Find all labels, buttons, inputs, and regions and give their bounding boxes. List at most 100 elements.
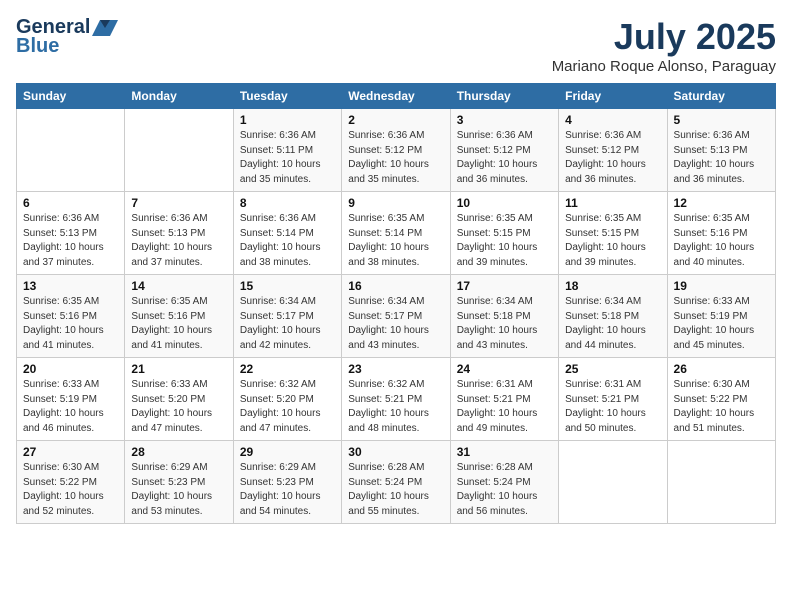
table-row: 19 Sunrise: 6:33 AM Sunset: 5:19 PM Dayli…: [667, 275, 775, 358]
day-number: 10: [457, 196, 552, 210]
day-detail: Sunrise: 6:36 AM Sunset: 5:12 PM Dayligh…: [565, 129, 660, 187]
day-detail: Sunrise: 6:29 AM Sunset: 5:23 PM Dayligh…: [131, 461, 226, 519]
day-number: 11: [565, 196, 660, 210]
day-detail: Sunrise: 6:32 AM Sunset: 5:20 PM Dayligh…: [240, 378, 335, 436]
day-detail: Sunrise: 6:35 AM Sunset: 5:16 PM Dayligh…: [23, 295, 118, 353]
table-row: 17 Sunrise: 6:34 AM Sunset: 5:18 PM Dayli…: [450, 275, 558, 358]
table-row: [125, 109, 233, 192]
table-row: 6 Sunrise: 6:36 AM Sunset: 5:13 PM Daylig…: [17, 192, 125, 275]
table-row: 24 Sunrise: 6:31 AM Sunset: 5:21 PM Dayli…: [450, 358, 558, 441]
calendar-week-row: 13 Sunrise: 6:35 AM Sunset: 5:16 PM Dayli…: [17, 275, 776, 358]
day-detail: Sunrise: 6:36 AM Sunset: 5:11 PM Dayligh…: [240, 129, 335, 187]
table-row: 13 Sunrise: 6:35 AM Sunset: 5:16 PM Dayli…: [17, 275, 125, 358]
day-number: 2: [348, 113, 443, 127]
day-detail: Sunrise: 6:35 AM Sunset: 5:16 PM Dayligh…: [131, 295, 226, 353]
day-detail: Sunrise: 6:35 AM Sunset: 5:16 PM Dayligh…: [674, 212, 769, 270]
day-number: 21: [131, 362, 226, 376]
title-block: July 2025 Mariano Roque Alonso, Paraguay: [552, 16, 776, 75]
col-thursday: Thursday: [450, 84, 558, 109]
calendar-week-row: 6 Sunrise: 6:36 AM Sunset: 5:13 PM Daylig…: [17, 192, 776, 275]
calendar-table: Sunday Monday Tuesday Wednesday Thursday…: [16, 83, 776, 524]
col-saturday: Saturday: [667, 84, 775, 109]
day-number: 13: [23, 279, 118, 293]
day-detail: Sunrise: 6:32 AM Sunset: 5:21 PM Dayligh…: [348, 378, 443, 436]
day-detail: Sunrise: 6:33 AM Sunset: 5:19 PM Dayligh…: [674, 295, 769, 353]
day-number: 8: [240, 196, 335, 210]
col-sunday: Sunday: [17, 84, 125, 109]
table-row: 16Sunrise: 6:34 AM Sunset: 5:17 PM Dayli…: [342, 275, 450, 358]
table-row: 12Sunrise: 6:35 AM Sunset: 5:16 PM Dayli…: [667, 192, 775, 275]
day-detail: Sunrise: 6:31 AM Sunset: 5:21 PM Dayligh…: [457, 378, 552, 436]
day-detail: Sunrise: 6:36 AM Sunset: 5:13 PM Dayligh…: [674, 129, 769, 187]
day-detail: Sunrise: 6:28 AM Sunset: 5:24 PM Dayligh…: [457, 461, 552, 519]
day-detail: Sunrise: 6:34 AM Sunset: 5:17 PM Dayligh…: [240, 295, 335, 353]
day-number: 4: [565, 113, 660, 127]
day-number: 28: [131, 445, 226, 459]
table-row: 7Sunrise: 6:36 AM Sunset: 5:13 PM Daylig…: [125, 192, 233, 275]
calendar-header-row: Sunday Monday Tuesday Wednesday Thursday…: [17, 84, 776, 109]
day-number: 20: [23, 362, 118, 376]
day-number: 22: [240, 362, 335, 376]
day-number: 19: [674, 279, 769, 293]
day-detail: Sunrise: 6:34 AM Sunset: 5:18 PM Dayligh…: [457, 295, 552, 353]
day-detail: Sunrise: 6:36 AM Sunset: 5:13 PM Dayligh…: [131, 212, 226, 270]
table-row: 18Sunrise: 6:34 AM Sunset: 5:18 PM Dayli…: [559, 275, 667, 358]
day-number: 26: [674, 362, 769, 376]
table-row: 31Sunrise: 6:28 AM Sunset: 5:24 PM Dayli…: [450, 441, 558, 524]
day-detail: Sunrise: 6:31 AM Sunset: 5:21 PM Dayligh…: [565, 378, 660, 436]
col-tuesday: Tuesday: [233, 84, 341, 109]
day-detail: Sunrise: 6:36 AM Sunset: 5:14 PM Dayligh…: [240, 212, 335, 270]
day-detail: Sunrise: 6:33 AM Sunset: 5:19 PM Dayligh…: [23, 378, 118, 436]
logo: General Blue: [16, 16, 118, 58]
table-row: [17, 109, 125, 192]
day-detail: Sunrise: 6:33 AM Sunset: 5:20 PM Dayligh…: [131, 378, 226, 436]
day-detail: Sunrise: 6:28 AM Sunset: 5:24 PM Dayligh…: [348, 461, 443, 519]
day-number: 24: [457, 362, 552, 376]
table-row: 10 Sunrise: 6:35 AM Sunset: 5:15 PM Dayli…: [450, 192, 558, 275]
table-row: 27Sunrise: 6:30 AM Sunset: 5:22 PM Dayli…: [17, 441, 125, 524]
col-monday: Monday: [125, 84, 233, 109]
logo-blue: Blue: [16, 35, 59, 58]
table-row: [559, 441, 667, 524]
day-detail: Sunrise: 6:30 AM Sunset: 5:22 PM Dayligh…: [23, 461, 118, 519]
page-header: General Blue July 2025 Mariano Roque Alo…: [16, 16, 776, 75]
table-row: 21 Sunrise: 6:33 AM Sunset: 5:20 PM Dayli…: [125, 358, 233, 441]
day-number: 29: [240, 445, 335, 459]
day-detail: Sunrise: 6:30 AM Sunset: 5:22 PM Dayligh…: [674, 378, 769, 436]
col-friday: Friday: [559, 84, 667, 109]
day-number: 15: [240, 279, 335, 293]
location-title: Mariano Roque Alonso, Paraguay: [552, 58, 776, 75]
day-number: 6: [23, 196, 118, 210]
day-number: 16: [348, 279, 443, 293]
day-number: 5: [674, 113, 769, 127]
table-row: 9 Sunrise: 6:35 AM Sunset: 5:14 PM Daylig…: [342, 192, 450, 275]
month-title: July 2025: [552, 16, 776, 58]
table-row: 1 Sunrise: 6:36 AM Sunset: 5:11 PM Daylig…: [233, 109, 341, 192]
table-row: 11Sunrise: 6:35 AM Sunset: 5:15 PM Dayli…: [559, 192, 667, 275]
day-number: 3: [457, 113, 552, 127]
table-row: 26 Sunrise: 6:30 AM Sunset: 5:22 PM Dayli…: [667, 358, 775, 441]
day-detail: Sunrise: 6:36 AM Sunset: 5:13 PM Dayligh…: [23, 212, 118, 270]
table-row: 2Sunrise: 6:36 AM Sunset: 5:12 PM Daylig…: [342, 109, 450, 192]
day-detail: Sunrise: 6:34 AM Sunset: 5:18 PM Dayligh…: [565, 295, 660, 353]
day-number: 9: [348, 196, 443, 210]
table-row: 29 Sunrise: 6:29 AM Sunset: 5:23 PM Dayli…: [233, 441, 341, 524]
day-number: 1: [240, 113, 335, 127]
day-number: 14: [131, 279, 226, 293]
day-number: 17: [457, 279, 552, 293]
table-row: 3 Sunrise: 6:36 AM Sunset: 5:12 PM Daylig…: [450, 109, 558, 192]
table-row: 28 Sunrise: 6:29 AM Sunset: 5:23 PM Dayli…: [125, 441, 233, 524]
table-row: 4 Sunrise: 6:36 AM Sunset: 5:12 PM Daylig…: [559, 109, 667, 192]
table-row: 30Sunrise: 6:28 AM Sunset: 5:24 PM Dayli…: [342, 441, 450, 524]
day-detail: Sunrise: 6:35 AM Sunset: 5:15 PM Dayligh…: [457, 212, 552, 270]
day-detail: Sunrise: 6:29 AM Sunset: 5:23 PM Dayligh…: [240, 461, 335, 519]
calendar-week-row: 20 Sunrise: 6:33 AM Sunset: 5:19 PM Dayli…: [17, 358, 776, 441]
table-row: [667, 441, 775, 524]
table-row: 22 Sunrise: 6:32 AM Sunset: 5:20 PM Dayli…: [233, 358, 341, 441]
calendar-week-row: 27Sunrise: 6:30 AM Sunset: 5:22 PM Dayli…: [17, 441, 776, 524]
table-row: 23Sunrise: 6:32 AM Sunset: 5:21 PM Dayli…: [342, 358, 450, 441]
table-row: 8 Sunrise: 6:36 AM Sunset: 5:14 PM Daylig…: [233, 192, 341, 275]
table-row: 5 Sunrise: 6:36 AM Sunset: 5:13 PM Daylig…: [667, 109, 775, 192]
day-detail: Sunrise: 6:36 AM Sunset: 5:12 PM Dayligh…: [457, 129, 552, 187]
day-detail: Sunrise: 6:35 AM Sunset: 5:14 PM Dayligh…: [348, 212, 443, 270]
